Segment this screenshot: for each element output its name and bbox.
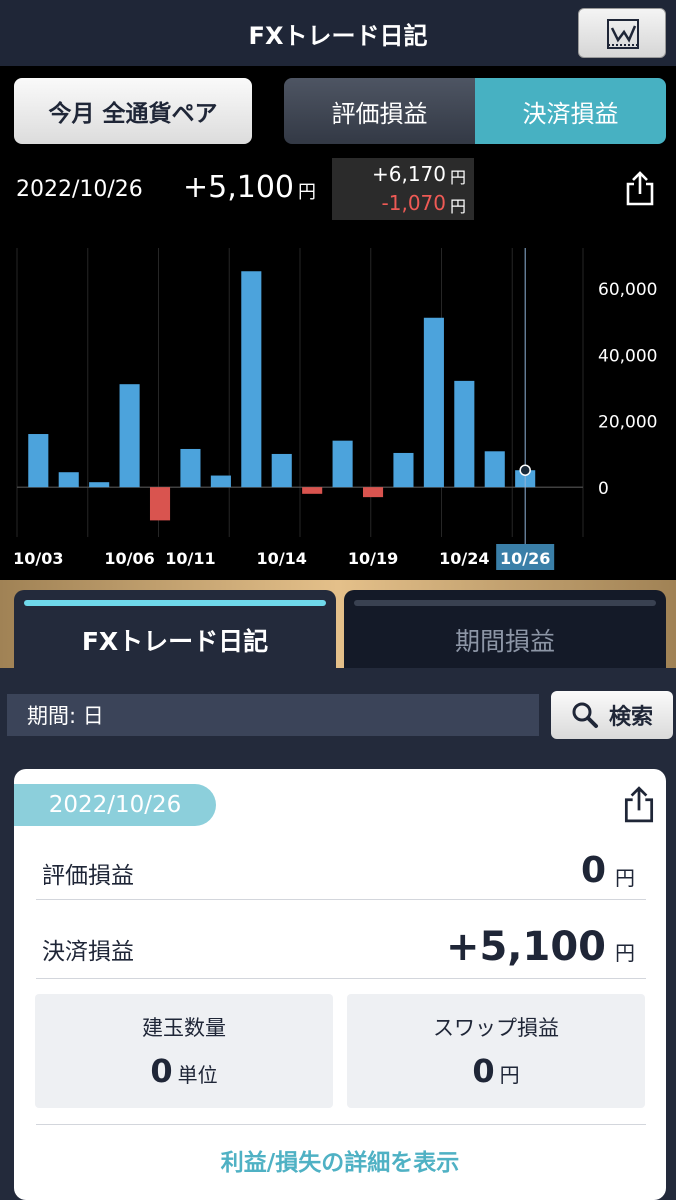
chart-bar[interactable] bbox=[119, 384, 140, 488]
stat-unit: 単位 bbox=[177, 1063, 218, 1087]
stat-unit: 円 bbox=[499, 1063, 520, 1087]
chart-bar[interactable] bbox=[423, 317, 444, 488]
chart-bar[interactable] bbox=[180, 448, 201, 488]
unrealized-pnl-value: 0 bbox=[580, 850, 606, 891]
chart-y-tick-label: 40,000 bbox=[598, 346, 657, 366]
chart-bar[interactable] bbox=[454, 380, 475, 488]
search-button[interactable]: 検索 bbox=[551, 691, 673, 739]
divider bbox=[36, 1124, 646, 1125]
chart-bar[interactable] bbox=[149, 487, 171, 521]
tooltip-profit: +6,170 bbox=[371, 162, 446, 186]
chart-bar[interactable] bbox=[393, 452, 414, 488]
app-header: FXトレード日記 bbox=[0, 0, 676, 66]
tooltip-profit-unit: 円 bbox=[449, 168, 466, 187]
chart-switch-button[interactable] bbox=[578, 8, 666, 58]
chart-x-tick-label: 10/11 bbox=[165, 549, 215, 568]
tab-period-pnl[interactable]: 期間損益 bbox=[344, 590, 666, 670]
realized-pnl-unit: 円 bbox=[615, 941, 635, 965]
chart-x-tick-label: 10/03 bbox=[13, 549, 63, 568]
divider bbox=[36, 899, 646, 900]
tab-label: 期間損益 bbox=[454, 627, 555, 656]
selected-date: 2022/10/26 bbox=[16, 177, 143, 202]
realized-pnl-value: +5,100 bbox=[445, 924, 606, 970]
segment-realized-pnl[interactable]: 決済損益 bbox=[475, 78, 666, 144]
chart-bar[interactable] bbox=[302, 487, 323, 494]
chart-bar[interactable] bbox=[362, 487, 384, 498]
stat-number: 0 bbox=[150, 1052, 173, 1090]
tab-indicator bbox=[24, 600, 326, 606]
chart-bar[interactable] bbox=[484, 451, 505, 488]
segment-unrealized-pnl[interactable]: 評価損益 bbox=[284, 78, 475, 144]
pnl-breakdown-tooltip: +6,170 円 -1,070 円 bbox=[332, 158, 474, 220]
chart-y-tick-label: 0 bbox=[598, 479, 609, 499]
line-chart-icon bbox=[607, 19, 639, 49]
pnl-bar-chart[interactable]: 0 20,000 40,000 60,000 10/03 10/06 10/11 10/14… bbox=[0, 240, 676, 578]
chart-y-tick-label: 60,000 bbox=[598, 280, 657, 300]
share-icon[interactable] bbox=[624, 170, 656, 206]
tooltip-loss-unit: 円 bbox=[449, 197, 466, 216]
daily-summary-card bbox=[14, 769, 666, 1200]
chart-x-tick-label: 10/19 bbox=[348, 549, 398, 568]
period-select[interactable]: 期間: 日 bbox=[7, 694, 539, 736]
tab-label: FXトレード日記 bbox=[81, 627, 269, 656]
swap-pnl-box: スワップ損益 0 円 bbox=[347, 994, 645, 1108]
chart-bar[interactable] bbox=[241, 271, 262, 488]
chart-bar[interactable] bbox=[210, 475, 231, 488]
position-quantity-label: 建玉数量 bbox=[142, 1016, 226, 1040]
search-label: 検索 bbox=[608, 705, 653, 730]
chart-highlight-label: 10/26 bbox=[500, 549, 550, 568]
chart-x-tick-label: 10/24 bbox=[439, 549, 489, 568]
search-icon bbox=[572, 702, 598, 728]
pnl-type-segmented-control: 評価損益 決済損益 bbox=[284, 78, 666, 144]
tooltip-loss: -1,070 bbox=[381, 191, 446, 215]
unrealized-pnl-unit: 円 bbox=[615, 866, 635, 890]
chart-bar[interactable] bbox=[332, 440, 353, 488]
card-date-badge: 2022/10/26 bbox=[14, 784, 216, 826]
tab-fx-trade-diary[interactable]: FXトレード日記 bbox=[14, 590, 336, 670]
show-pnl-details-link[interactable]: 利益/損失の詳細を表示 bbox=[14, 1143, 666, 1177]
chart-bar[interactable] bbox=[28, 434, 49, 488]
selected-total-unit: 円 bbox=[298, 182, 316, 203]
swap-pnl-value: 0 円 bbox=[347, 1052, 645, 1090]
unrealized-pnl-label: 評価損益 bbox=[42, 863, 134, 889]
realized-pnl-label: 決済損益 bbox=[42, 939, 134, 965]
chart-bar[interactable] bbox=[89, 482, 110, 488]
position-quantity-box: 建玉数量 0 単位 bbox=[35, 994, 333, 1108]
tab-indicator bbox=[354, 600, 656, 606]
chart-cursor-point bbox=[519, 464, 531, 476]
page-title: FXトレード日記 bbox=[248, 22, 428, 50]
chart-bar[interactable] bbox=[271, 453, 292, 488]
chart-x-tick-label: 10/14 bbox=[257, 549, 307, 568]
divider bbox=[36, 978, 646, 979]
position-quantity-value: 0 単位 bbox=[35, 1052, 333, 1090]
selected-total: +5,100 bbox=[183, 170, 295, 205]
chart-bar[interactable] bbox=[58, 472, 79, 488]
chart-y-tick-label: 20,000 bbox=[598, 413, 657, 433]
swap-pnl-label: スワップ損益 bbox=[433, 1016, 559, 1040]
stat-number: 0 bbox=[472, 1052, 495, 1090]
chart-x-tick-label: 10/06 bbox=[104, 549, 154, 568]
currency-pair-button[interactable]: 今月 全通貨ペア bbox=[14, 78, 252, 144]
share-icon[interactable] bbox=[622, 785, 656, 823]
